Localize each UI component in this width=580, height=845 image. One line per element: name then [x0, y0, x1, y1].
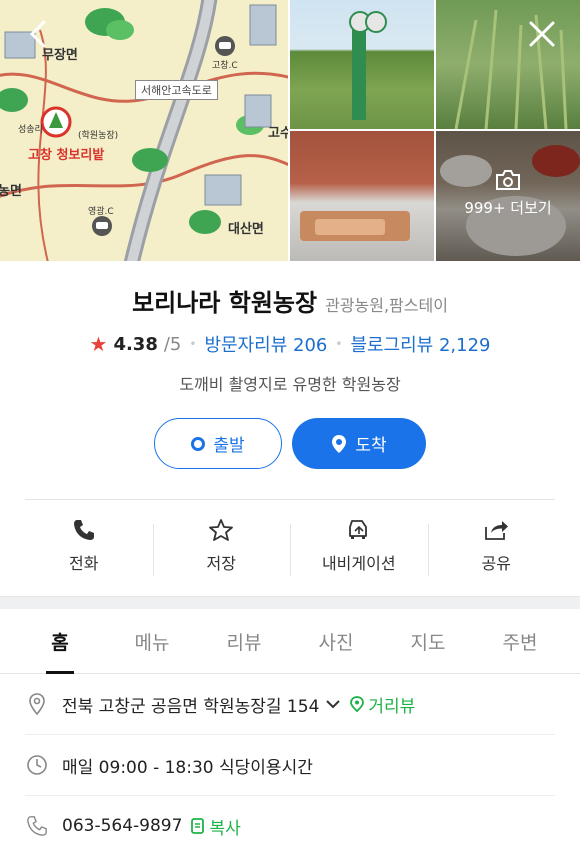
rating-max: /5 [163, 333, 182, 355]
call-action[interactable]: 전화 [15, 518, 153, 596]
more-photos-label: 999+ 더보기 [464, 199, 552, 217]
tab-menu[interactable]: 메뉴 [106, 609, 198, 673]
separator-dot: • [189, 337, 197, 351]
photo-grilled-pork[interactable] [290, 131, 434, 261]
phone-number: 063-564-9897 [62, 816, 183, 836]
hours-row[interactable]: 매일 09:00 - 18:30 식당이용시간 [0, 735, 580, 795]
action-bar: 전화 저장 내비게이션 공유 [0, 500, 580, 596]
map-label-ic-bottom: 영광.C [88, 207, 114, 217]
tab-map[interactable]: 지도 [382, 609, 474, 673]
place-description: 도깨비 촬영지로 유명한 학원농장 [179, 375, 401, 394]
map-label-ic-top: 고창.C [212, 61, 238, 71]
blog-reviews-link[interactable]: 블로그리뷰 2,129 [350, 331, 490, 357]
chevron-down-icon[interactable] [325, 699, 341, 709]
navigation-action[interactable]: 내비게이션 [290, 518, 428, 596]
camera-icon [496, 170, 520, 190]
star-icon: ★ [89, 332, 108, 356]
photo-sign-graphic [349, 11, 387, 120]
arrival-label: 도착 [355, 436, 387, 456]
location-pin-icon [332, 434, 347, 453]
place-stats: ★ 4.38/5 • 방문자리뷰 206 • 블로그리뷰 2,129 [0, 331, 580, 357]
section-gap [0, 596, 580, 609]
photo-barley-graphic [454, 9, 568, 129]
car-nav-icon [348, 520, 367, 539]
phone-outline-icon [27, 816, 47, 836]
tab-photos[interactable]: 사진 [290, 609, 382, 673]
save-label: 저장 [206, 554, 236, 573]
departure-label: 출발 [213, 436, 245, 456]
close-icon[interactable] [526, 18, 558, 50]
navigation-label: 내비게이션 [321, 554, 396, 573]
photo-gallery[interactable]: 무장면 서해안고속도로 고창.C 성송리 (학원농장) 고창 청보리밭 영광.C… [0, 0, 580, 261]
departure-icon [191, 436, 206, 451]
clock-icon [27, 755, 47, 775]
star-outline-icon [209, 519, 234, 541]
save-action[interactable]: 저장 [152, 518, 291, 596]
address-text: 전북 고창군 공음면 학원농장길 154 [62, 696, 320, 717]
more-photos-button[interactable]: 999+ 더보기 [436, 169, 580, 218]
street-view-icon [350, 696, 365, 713]
hours-text: 매일 09:00 - 18:30 식당이용시간 [62, 757, 313, 778]
place-category: 관광농원,팜스테이 [325, 296, 448, 315]
map-label-edge-left: 농면 [0, 184, 22, 199]
place-summary: 보리나라 학원농장 관광농원,팜스테이 ★ 4.38/5 • 방문자리뷰 206… [0, 261, 580, 469]
tab-reviews[interactable]: 리뷰 [198, 609, 290, 673]
copy-icon [191, 818, 205, 834]
copy-button[interactable]: 복사 [209, 814, 240, 839]
photo-barley-field[interactable] [436, 0, 580, 129]
map-label-edge-right: 고수 [268, 126, 288, 141]
map-label-highway: 서해안고속도로 [135, 80, 218, 100]
map-label-town-bottom: 대산면 [228, 222, 264, 237]
tab-home[interactable]: 홈 [14, 609, 106, 673]
address-row: 전북 고창군 공음면 학원농장길 154 거리뷰 [0, 674, 580, 734]
phone-row[interactable]: 063-564-9897 복사 [0, 796, 580, 845]
street-view-link[interactable]: 거리뷰 [368, 692, 415, 717]
map-label-village: 성송리 [18, 125, 43, 135]
call-label: 전화 [69, 554, 99, 573]
photo-farm-sign[interactable] [290, 0, 434, 129]
arrival-button[interactable]: 도착 [292, 418, 426, 469]
back-icon[interactable] [24, 18, 56, 50]
map-label-festival: 고창 청보리밭 [28, 148, 105, 163]
share-label: 공유 [481, 554, 511, 573]
separator-dot: • [335, 337, 343, 351]
tab-bar: 홈 메뉴 리뷰 사진 지도 주변 [0, 609, 580, 674]
photo-side-dishes[interactable]: 999+ 더보기 [436, 131, 580, 261]
share-icon [485, 521, 509, 540]
departure-button[interactable]: 출발 [154, 418, 282, 469]
rating-value: 4.38 [113, 333, 158, 355]
photo-grill-graphic [300, 211, 410, 241]
map-label-farm-tag: (학원농장) [78, 131, 119, 141]
visitor-reviews-link[interactable]: 방문자리뷰 206 [204, 331, 327, 357]
place-name: 보리나라 학원농장 [132, 289, 318, 317]
location-pin-outline-icon [29, 693, 45, 716]
share-action[interactable]: 공유 [427, 518, 566, 596]
tab-nearby[interactable]: 주변 [474, 609, 566, 673]
phone-icon [73, 520, 94, 540]
